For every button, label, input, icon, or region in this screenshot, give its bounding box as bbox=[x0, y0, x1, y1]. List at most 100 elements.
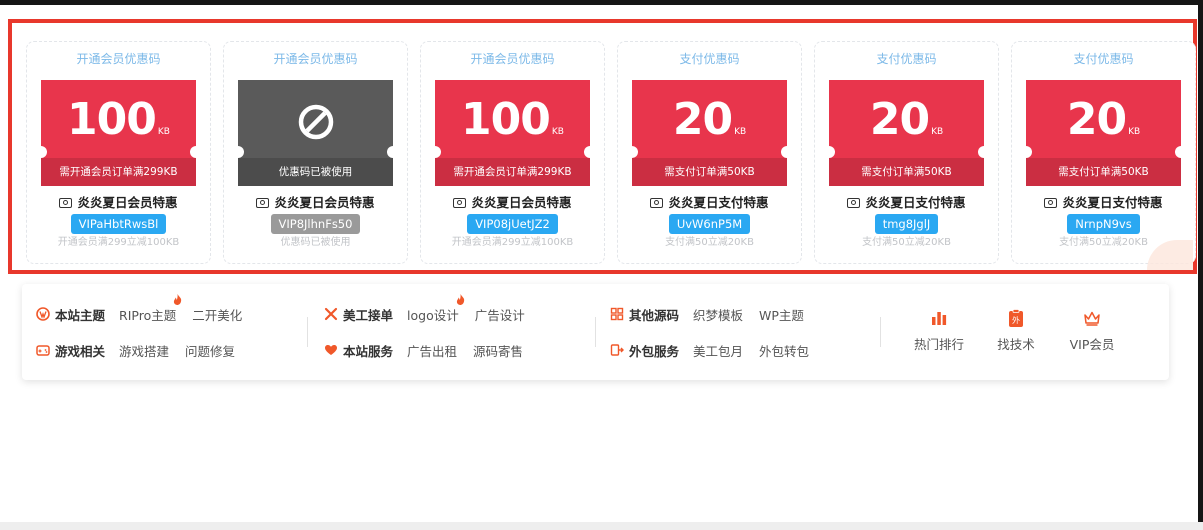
coupon-condition: 需开通会员订单满299KB bbox=[435, 158, 590, 186]
nav-link-bug-fix[interactable]: 问题修复 bbox=[185, 341, 235, 360]
ticket-notch bbox=[232, 146, 244, 158]
coupon-card[interactable]: 支付优惠码 20 KB 需支付订单满50KB 炎炎夏日支付特惠 NrnpN9vs … bbox=[1011, 41, 1196, 264]
ticket-notch bbox=[190, 146, 202, 158]
ticket-notch bbox=[823, 146, 835, 158]
ticket-notch bbox=[978, 146, 990, 158]
coupon-desc: 支付满50立减20KB bbox=[862, 237, 951, 248]
coupon-name-row: 炎炎夏日支付特惠 bbox=[1012, 195, 1195, 211]
ticket-notch bbox=[1175, 146, 1187, 158]
coupon-desc: 支付满50立减20KB bbox=[665, 237, 754, 248]
grid-icon bbox=[610, 307, 624, 321]
outsource-icon bbox=[610, 344, 624, 356]
coupon-name: 炎炎夏日会员特惠 bbox=[274, 195, 375, 210]
cross-tools-icon bbox=[324, 307, 338, 321]
coupon-ticket: 100 KB 需开通会员订单满299KB bbox=[35, 80, 202, 186]
nav-link-label: RIPro主题 bbox=[119, 307, 177, 323]
coupon-name: 炎炎夏日支付特惠 bbox=[1062, 195, 1163, 210]
nav-head-outsource[interactable]: 外包服务 bbox=[610, 341, 679, 360]
svg-text:外: 外 bbox=[1012, 315, 1020, 325]
nav-head-label: 游戏相关 bbox=[55, 343, 106, 359]
nav-link-wp-theme[interactable]: WP主题 bbox=[759, 305, 804, 324]
coupon-card[interactable]: 开通会员优惠码 100 KB 需开通会员订单满299KB 炎炎夏日会员特惠 VIP… bbox=[420, 41, 605, 264]
nav-link-logo-design[interactable]: logo设计 bbox=[407, 293, 464, 324]
coupon-tag-icon bbox=[650, 197, 664, 208]
nav-link-beautify[interactable]: 二开美化 bbox=[192, 305, 242, 324]
nav-row-game: 游戏相关 游戏搭建 问题修复 bbox=[36, 340, 251, 360]
nav-head-service[interactable]: 本站服务 bbox=[324, 341, 393, 360]
nav-link-ad-design[interactable]: 广告设计 bbox=[475, 305, 525, 324]
clipboard-icon: 外 bbox=[1009, 309, 1023, 327]
coupon-tag-icon bbox=[847, 197, 861, 208]
coupon-card[interactable]: 支付优惠码 20 KB 需支付订单满50KB 炎炎夏日支付特惠 UvW6nP5M … bbox=[617, 41, 802, 264]
nav-row-art: 美工接单 logo设计 广告设计 bbox=[324, 293, 541, 324]
coupon-ticket: 优惠码已被使用 bbox=[232, 80, 399, 186]
nav-link-dede-template[interactable]: 织梦模板 bbox=[693, 305, 743, 324]
nav-head-label: 本站服务 bbox=[343, 343, 394, 359]
coupon-name: 炎炎夏日支付特惠 bbox=[668, 195, 769, 210]
coupon-type: 支付优惠码 bbox=[876, 52, 937, 66]
hot-flame-icon bbox=[174, 293, 182, 305]
coupon-code[interactable]: VIP08jUetJZ2 bbox=[467, 214, 558, 234]
coupon-type: 开通会员优惠码 bbox=[76, 52, 161, 66]
ticket-amount: 100 KB bbox=[435, 80, 590, 144]
coupon-condition: 需支付订单满50KB bbox=[1026, 158, 1181, 186]
coupon-desc: 开通会员满299立减100KB bbox=[57, 237, 180, 248]
coupon-name-row: 炎炎夏日支付特惠 bbox=[618, 195, 801, 211]
nav-divider bbox=[595, 317, 596, 347]
ticket-notch bbox=[781, 146, 793, 158]
coupon-unit: KB bbox=[551, 127, 564, 137]
coupon-type: 开通会员优惠码 bbox=[273, 52, 358, 66]
nav-head-game[interactable]: 游戏相关 bbox=[36, 341, 105, 360]
ticket-notch bbox=[584, 146, 596, 158]
coupon-code[interactable]: tmg8JglJ bbox=[874, 214, 939, 234]
coupon-code[interactable]: NrnpN9vs bbox=[1067, 214, 1140, 234]
coupon-unit: KB bbox=[734, 127, 747, 137]
coupon-unit: KB bbox=[157, 127, 170, 137]
nav-head-theme[interactable]: 本站主题 bbox=[36, 305, 105, 324]
quick-find-tech[interactable]: 外 找技术 bbox=[976, 308, 1056, 353]
coupon-tag-icon bbox=[453, 197, 467, 208]
nav-head-other-source[interactable]: 其他源码 bbox=[610, 305, 679, 324]
nav-divider bbox=[307, 317, 308, 347]
coupon-code[interactable]: VIPaHbtRwsBl bbox=[70, 214, 167, 234]
nav-divider bbox=[880, 317, 881, 347]
ticket-notch bbox=[626, 146, 638, 158]
nav-link-subcontract[interactable]: 外包转包 bbox=[759, 341, 809, 360]
nav-link-ad-rent[interactable]: 广告出租 bbox=[407, 341, 457, 360]
nav-link-source-consign[interactable]: 源码寄售 bbox=[473, 341, 523, 360]
nav-link-label: logo设计 bbox=[407, 307, 459, 323]
coupon-unit: KB bbox=[931, 127, 944, 137]
ticket-notch bbox=[35, 146, 47, 158]
coupon-ticket: 20 KB 需支付订单满50KB bbox=[823, 80, 990, 186]
coupon-condition: 优惠码已被使用 bbox=[238, 158, 393, 186]
coupon-row: 开通会员优惠码 100 KB 需开通会员订单满299KB 炎炎夏日会员特惠 VIP… bbox=[26, 41, 1196, 264]
coupon-type: 开通会员优惠码 bbox=[470, 52, 555, 66]
nav-head-label: 其他源码 bbox=[629, 307, 680, 323]
nav-link-ripro[interactable]: RIPro主题 bbox=[119, 293, 182, 324]
coupon-name: 炎炎夏日会员特惠 bbox=[77, 195, 178, 210]
coupon-card[interactable]: 开通会员优惠码 优惠码已被使用 炎炎夏日会员特惠 VIP8JlhnFs50 优惠… bbox=[223, 41, 408, 264]
quick-vip[interactable]: VIP会员 bbox=[1052, 308, 1132, 353]
coupon-desc: 开通会员满299立减100KB bbox=[451, 237, 574, 248]
nav-row-service: 本站服务 广告出租 源码寄售 bbox=[324, 340, 539, 360]
nav-row-theme: 本站主题 RIPro主题 二开美化 bbox=[36, 293, 258, 324]
quick-label: 找技术 bbox=[997, 337, 1035, 352]
coupon-desc: 优惠码已被使用 bbox=[280, 237, 351, 248]
coupon-code[interactable]: VIP8JlhnFs50 bbox=[270, 214, 361, 234]
coupon-card[interactable]: 支付优惠码 20 KB 需支付订单满50KB 炎炎夏日支付特惠 tmg8JglJ … bbox=[814, 41, 999, 264]
coupon-name-row: 炎炎夏日会员特惠 bbox=[27, 195, 210, 211]
coupon-condition: 需开通会员订单满299KB bbox=[41, 158, 196, 186]
quick-label: 热门排行 bbox=[913, 337, 964, 352]
coupon-ticket: 20 KB 需支付订单满50KB bbox=[626, 80, 793, 186]
coupon-name: 炎炎夏日支付特惠 bbox=[865, 195, 966, 210]
coupon-type: 支付优惠码 bbox=[679, 52, 740, 66]
nav-link-game-build[interactable]: 游戏搭建 bbox=[119, 341, 169, 360]
coupon-amount: 100 bbox=[67, 94, 157, 145]
nav-link-monthly-art[interactable]: 美工包月 bbox=[693, 341, 743, 360]
nav-head-art[interactable]: 美工接单 bbox=[324, 305, 393, 324]
coupon-name: 炎炎夏日会员特惠 bbox=[471, 195, 572, 210]
quick-hot-ranking[interactable]: 热门排行 bbox=[899, 308, 979, 353]
coupon-code[interactable]: UvW6nP5M bbox=[668, 214, 751, 234]
coupon-card[interactable]: 开通会员优惠码 100 KB 需开通会员订单满299KB 炎炎夏日会员特惠 VIP… bbox=[26, 41, 211, 264]
coupon-type: 支付优惠码 bbox=[1073, 52, 1134, 66]
